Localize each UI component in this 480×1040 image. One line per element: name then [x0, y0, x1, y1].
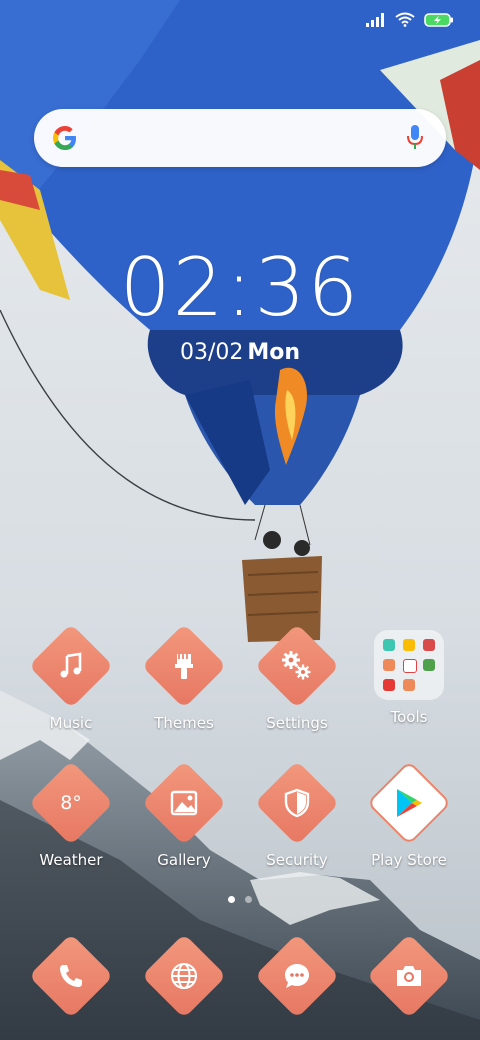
brush-icon: [175, 654, 193, 679]
clock-date[interactable]: 03/02 Mon: [0, 338, 480, 368]
app-themes[interactable]: Themes: [129, 623, 239, 732]
app-play-store[interactable]: Play Store: [354, 760, 464, 869]
browser-globe-icon: [171, 963, 197, 989]
play-store-icon: [397, 789, 422, 817]
phone-icon: [60, 965, 82, 987]
wifi-icon: [395, 12, 415, 27]
camera-icon: [397, 966, 421, 986]
app-label: Themes: [154, 714, 214, 732]
weekday: Mon: [247, 340, 301, 365]
app-label: Security: [266, 851, 328, 869]
dock-messages[interactable]: [242, 933, 352, 1019]
google-g-icon: [53, 126, 76, 150]
app-label: Weather: [39, 851, 103, 869]
weather-temp: 8°: [60, 792, 82, 814]
battery-charging-icon: [424, 12, 453, 27]
app-label: Tools: [390, 708, 428, 726]
clock-time[interactable]: 02:36: [0, 240, 480, 336]
app-folder-tools[interactable]: Tools: [354, 630, 464, 726]
signal-icon: [366, 12, 384, 27]
gallery-icon: [170, 790, 198, 816]
app-settings[interactable]: Settings: [242, 623, 352, 732]
status-bar: [0, 0, 480, 40]
weather-icon: 8°: [28, 760, 114, 846]
app-label: Play Store: [371, 851, 447, 869]
page-dot[interactable]: [245, 896, 252, 903]
date-value: 03/02: [179, 340, 244, 365]
shield-icon: [284, 788, 310, 818]
folder-icon: [374, 630, 444, 700]
dock-phone[interactable]: [16, 933, 126, 1019]
app-gallery[interactable]: Gallery: [129, 760, 239, 869]
messages-icon: [285, 964, 309, 988]
app-label: Music: [49, 714, 93, 732]
app-music[interactable]: Music: [16, 623, 126, 732]
app-security[interactable]: Security: [242, 760, 352, 869]
dock-camera[interactable]: [354, 933, 464, 1019]
dock-browser[interactable]: [129, 933, 239, 1019]
page-dot-active[interactable]: [228, 896, 235, 903]
google-search-bar[interactable]: [34, 109, 446, 167]
app-weather[interactable]: 8° Weather: [16, 760, 126, 869]
app-label: Gallery: [157, 851, 211, 869]
page-indicator: [0, 896, 480, 903]
gear-icon: [282, 651, 311, 680]
music-note-icon: [60, 652, 82, 678]
mic-icon[interactable]: [406, 123, 424, 153]
app-label: Settings: [266, 714, 328, 732]
